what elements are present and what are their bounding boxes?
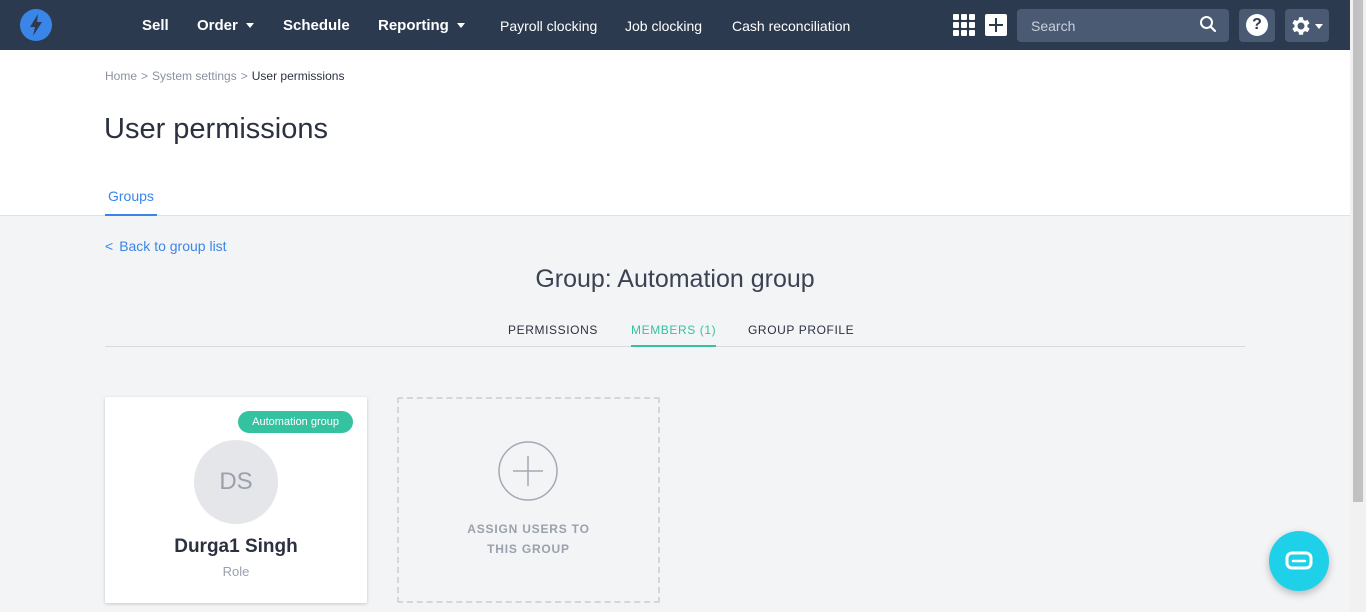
- help-icon: ?: [1246, 14, 1268, 36]
- breadcrumb-home[interactable]: Home: [105, 69, 137, 83]
- member-role: Role: [222, 564, 250, 579]
- add-circle-icon: [498, 441, 558, 501]
- scrollbar[interactable]: [1350, 0, 1366, 612]
- page-header: Home > System settings > User permissions Us…: [0, 50, 1350, 216]
- assign-users-line2: THIS GROUP: [487, 542, 570, 556]
- search-icon[interactable]: [1199, 15, 1217, 38]
- group-title: Group: Automation group: [535, 265, 815, 293]
- back-link-label: Back to group list: [119, 238, 227, 254]
- gear-icon: [1292, 17, 1310, 35]
- member-card[interactable]: Automation group DS Durga1 Singh Role: [105, 397, 367, 603]
- tab-members[interactable]: MEMBERS (1): [631, 323, 717, 347]
- plus-icon[interactable]: [985, 14, 1007, 36]
- search-input[interactable]: Search: [1017, 9, 1229, 42]
- member-name: Durga1 Singh: [174, 536, 298, 557]
- assign-users-button[interactable]: ASSIGN USERS TO THIS GROUP: [397, 397, 660, 603]
- tab-group-profile[interactable]: GROUP PROFILE: [748, 323, 854, 347]
- chevron-down-icon: [456, 23, 465, 28]
- assign-users-label: ASSIGN USERS TO THIS GROUP: [399, 519, 658, 559]
- avatar: DS: [194, 440, 278, 524]
- nav-job-clocking[interactable]: Job clocking: [625, 0, 702, 50]
- assign-users-line1: ASSIGN USERS TO: [467, 522, 590, 536]
- group-badge: Automation group: [238, 411, 353, 433]
- chevron-left-icon: <: [105, 238, 114, 254]
- chevron-down-icon: [1315, 24, 1323, 29]
- scrollbar-thumb[interactable]: [1353, 0, 1363, 502]
- chat-icon: [1285, 551, 1313, 570]
- nav-reporting[interactable]: Reporting: [378, 0, 465, 50]
- nav-cash-reconciliation[interactable]: Cash reconciliation: [732, 0, 850, 50]
- help-button[interactable]: ?: [1239, 9, 1275, 42]
- nav-payroll-clocking[interactable]: Payroll clocking: [500, 0, 597, 50]
- tab-groups[interactable]: Groups: [105, 188, 157, 216]
- nav-order[interactable]: Order: [197, 0, 254, 50]
- page-title: User permissions: [104, 113, 328, 145]
- logo-bolt-icon[interactable]: [20, 9, 52, 41]
- chevron-down-icon: [245, 23, 254, 28]
- tab-permissions[interactable]: PERMISSIONS: [508, 323, 598, 347]
- grid-icon[interactable]: [953, 14, 975, 36]
- breadcrumb-separator: >: [141, 69, 149, 83]
- breadcrumb: Home > System settings > User permissions: [105, 69, 344, 83]
- breadcrumb-system-settings[interactable]: System settings: [152, 69, 237, 83]
- back-to-group-list-link[interactable]: < Back to group list: [105, 238, 227, 254]
- chat-button[interactable]: [1269, 531, 1329, 591]
- nav-schedule[interactable]: Schedule: [283, 0, 350, 50]
- group-subtabs: PERMISSIONS MEMBERS (1) GROUP PROFILE: [105, 318, 1245, 347]
- breadcrumb-separator: >: [240, 69, 248, 83]
- breadcrumb-current: User permissions: [251, 69, 345, 83]
- top-navbar: Sell Order Schedule Reporting Payroll cl…: [0, 0, 1350, 50]
- settings-button[interactable]: [1285, 9, 1329, 42]
- nav-sell[interactable]: Sell: [142, 0, 169, 50]
- search-placeholder: Search: [1031, 18, 1076, 34]
